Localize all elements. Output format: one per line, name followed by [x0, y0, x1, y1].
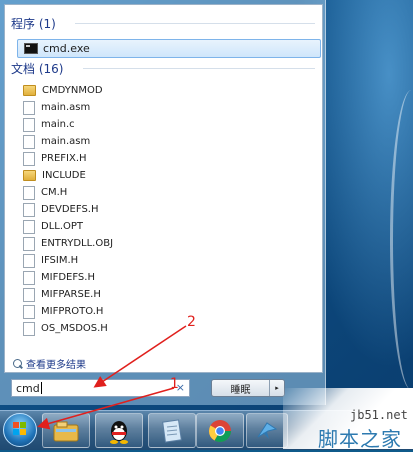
annotation-arrow-1: [37, 387, 175, 430]
annotation-label-1: 1: [170, 376, 179, 392]
annotation-label-2: 2: [187, 314, 196, 330]
annotation-overlay: [37, 325, 187, 430]
watermark-logo-text: 脚本之家: [318, 427, 402, 451]
watermark-url: jb51.net: [350, 408, 408, 422]
